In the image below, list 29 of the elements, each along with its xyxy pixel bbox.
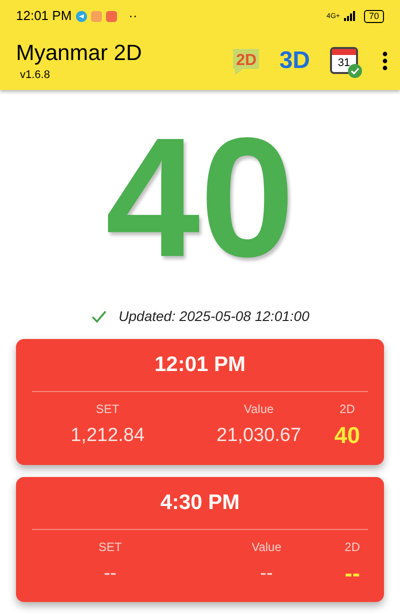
notification-icon: [90, 10, 102, 22]
value-value: --: [260, 562, 273, 586]
check-icon: [90, 310, 107, 323]
battery-indicator: 70: [364, 10, 384, 22]
set-label: SET: [96, 401, 120, 418]
app-version: v1.6.8: [20, 68, 51, 82]
value-label: Value: [252, 538, 282, 556]
value-label: Value: [244, 401, 274, 418]
result-number: 40: [105, 113, 295, 283]
app-title: Myanmar 2D: [16, 39, 142, 66]
notification-icon: [106, 10, 117, 22]
set-value: 1,212.84: [70, 424, 145, 448]
check-badge-icon: [348, 64, 362, 78]
signal-icon: [344, 11, 356, 21]
more-notifications: ··: [128, 7, 138, 26]
more-menu-icon[interactable]: [382, 51, 388, 71]
updated-text: Updated: 2025-05-08 12:01:00: [118, 307, 310, 326]
twod-value: --: [344, 558, 360, 588]
session-time: 12:01 PM: [154, 352, 246, 378]
telegram-icon: [76, 10, 87, 22]
twod-value: 40: [334, 421, 360, 450]
status-time: 12:01 PM: [16, 7, 72, 26]
twod-label: 2D: [344, 538, 360, 556]
value-value: 21,030.67: [216, 424, 302, 448]
threed-button[interactable]: 3D: [279, 43, 310, 79]
session-time: 4:30 PM: [160, 490, 240, 516]
set-label: SET: [98, 538, 122, 556]
set-value: --: [104, 562, 116, 586]
twod-label: 2D: [340, 401, 355, 418]
